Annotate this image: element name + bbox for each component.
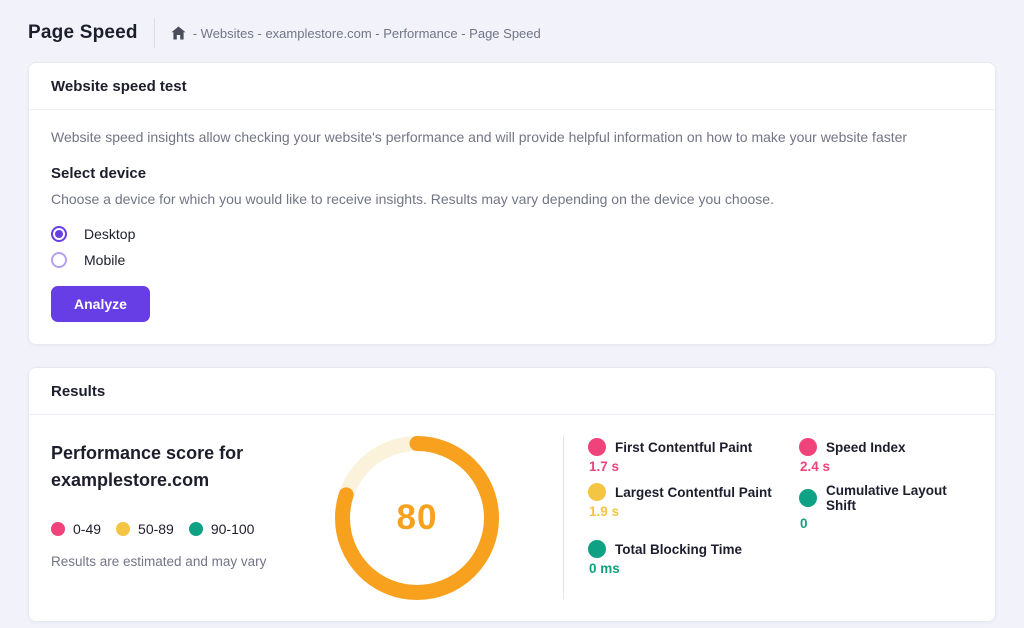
header-divider (154, 18, 155, 48)
legend-item-medium: 50-89 (116, 521, 174, 537)
page-header: Page Speed - Websites - examplestore.com… (0, 0, 1024, 62)
results-note: Results are estimated and may vary (51, 554, 307, 569)
performance-score-donut: 80 (334, 435, 500, 601)
results-card: Results Performance score for examplesto… (28, 367, 996, 622)
radio-desktop-label[interactable]: Desktop (84, 226, 135, 242)
legend-label: 50-89 (138, 521, 174, 537)
metric-dot (588, 540, 606, 558)
legend-dot-yellow (116, 522, 130, 536)
speed-test-description: Website speed insights allow checking yo… (51, 129, 973, 146)
metric-value: 1.7 s (589, 459, 799, 474)
metric-label: Cumulative Layout Shift (826, 483, 973, 513)
breadcrumb-path[interactable]: - Websites - examplestore.com - Performa… (193, 26, 541, 41)
metric-label: Speed Index (826, 440, 906, 455)
score-heading-line1: Performance score for (51, 440, 307, 467)
score-heading-line2: examplestore.com (51, 467, 307, 494)
select-device-title: Select device (51, 165, 973, 182)
legend-dot-teal (189, 522, 203, 536)
page-title: Page Speed (28, 22, 138, 44)
score-heading: Performance score for examplestore.com (51, 440, 307, 494)
legend-item-bad: 0-49 (51, 521, 101, 537)
metric-dot (588, 438, 606, 456)
radio-mobile-circle[interactable] (51, 252, 67, 268)
breadcrumb: - Websites - examplestore.com - Performa… (171, 26, 541, 41)
radio-option-mobile[interactable]: Mobile (51, 252, 125, 268)
home-icon[interactable] (171, 26, 186, 40)
analyze-button[interactable]: Analyze (51, 286, 150, 322)
speed-test-card-header: Website speed test (29, 63, 995, 110)
metric-cumulative-layout-shift: Cumulative Layout Shift 0 (799, 483, 973, 531)
speed-test-card-title: Website speed test (51, 78, 973, 95)
speed-test-card: Website speed test Website speed insight… (28, 62, 996, 345)
metric-value: 1.9 s (589, 504, 799, 519)
metric-label: First Contentful Paint (615, 440, 752, 455)
score-summary: Performance score for examplestore.com 0… (51, 432, 307, 601)
metric-label: Total Blocking Time (615, 542, 742, 557)
score-value: 80 (334, 435, 500, 601)
main-content: Website speed test Website speed insight… (0, 62, 1024, 622)
metric-label: Largest Contentful Paint (615, 485, 772, 500)
metric-first-contentful-paint: First Contentful Paint 1.7 s (588, 438, 799, 474)
radio-mobile-label[interactable]: Mobile (84, 252, 125, 268)
metric-value: 2.4 s (800, 459, 973, 474)
metric-largest-contentful-paint: Largest Contentful Paint 1.9 s (588, 483, 799, 531)
metrics-grid: First Contentful Paint 1.7 s Speed Index… (588, 432, 973, 601)
results-card-body: Performance score for examplestore.com 0… (29, 415, 995, 621)
metric-dot (799, 438, 817, 456)
metric-speed-index: Speed Index 2.4 s (799, 438, 973, 474)
select-device-description: Choose a device for which you would like… (51, 191, 973, 208)
device-radio-group: Desktop Mobile (51, 226, 973, 268)
metric-dot (799, 489, 817, 507)
results-divider (563, 435, 564, 599)
metric-total-blocking-time: Total Blocking Time 0 ms (588, 540, 799, 576)
radio-option-desktop[interactable]: Desktop (51, 226, 135, 242)
radio-desktop-circle[interactable] (51, 226, 67, 242)
legend-item-good: 90-100 (189, 521, 255, 537)
results-card-title: Results (51, 383, 973, 400)
score-legend: 0-49 50-89 90-100 (51, 521, 307, 537)
legend-label: 0-49 (73, 521, 101, 537)
metric-dot (588, 483, 606, 501)
legend-label: 90-100 (211, 521, 255, 537)
results-card-header: Results (29, 368, 995, 415)
legend-dot-pink (51, 522, 65, 536)
speed-test-card-body: Website speed insights allow checking yo… (29, 110, 995, 344)
metric-value: 0 (800, 516, 973, 531)
metric-value: 0 ms (589, 561, 799, 576)
